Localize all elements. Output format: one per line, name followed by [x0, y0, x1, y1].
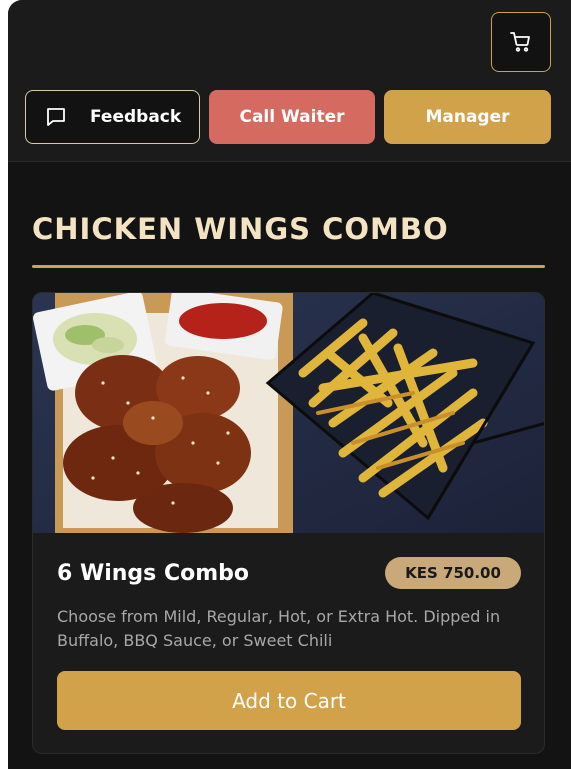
call-waiter-button[interactable]: Call Waiter	[209, 90, 375, 144]
cart-icon	[509, 30, 533, 54]
item-name: 6 Wings Combo	[57, 561, 249, 586]
section-title: CHICKEN WINGS COMBO	[32, 212, 449, 246]
manager-button[interactable]: Manager	[384, 90, 551, 144]
feedback-label: Feedback	[90, 107, 182, 127]
section-divider	[32, 265, 545, 268]
menu-item-card: 6 Wings Combo KES 750.00 Choose from Mil…	[32, 292, 545, 754]
manager-label: Manager	[425, 107, 510, 127]
item-description: Choose from Mild, Regular, Hot, or Extra…	[57, 607, 501, 650]
price-badge: KES 750.00	[385, 557, 521, 589]
feedback-button[interactable]: Feedback	[25, 90, 200, 144]
item-image[interactable]	[33, 293, 545, 533]
app-screen: Feedback Call Waiter Manager CHICKEN WIN…	[8, 0, 571, 769]
chat-bubble-icon	[44, 105, 68, 129]
top-bar: Feedback Call Waiter Manager	[8, 0, 571, 162]
add-to-cart-button[interactable]: Add to Cart	[57, 671, 521, 730]
action-buttons: Feedback Call Waiter Manager	[25, 90, 551, 144]
cart-button[interactable]	[491, 12, 551, 72]
call-waiter-label: Call Waiter	[239, 107, 345, 127]
